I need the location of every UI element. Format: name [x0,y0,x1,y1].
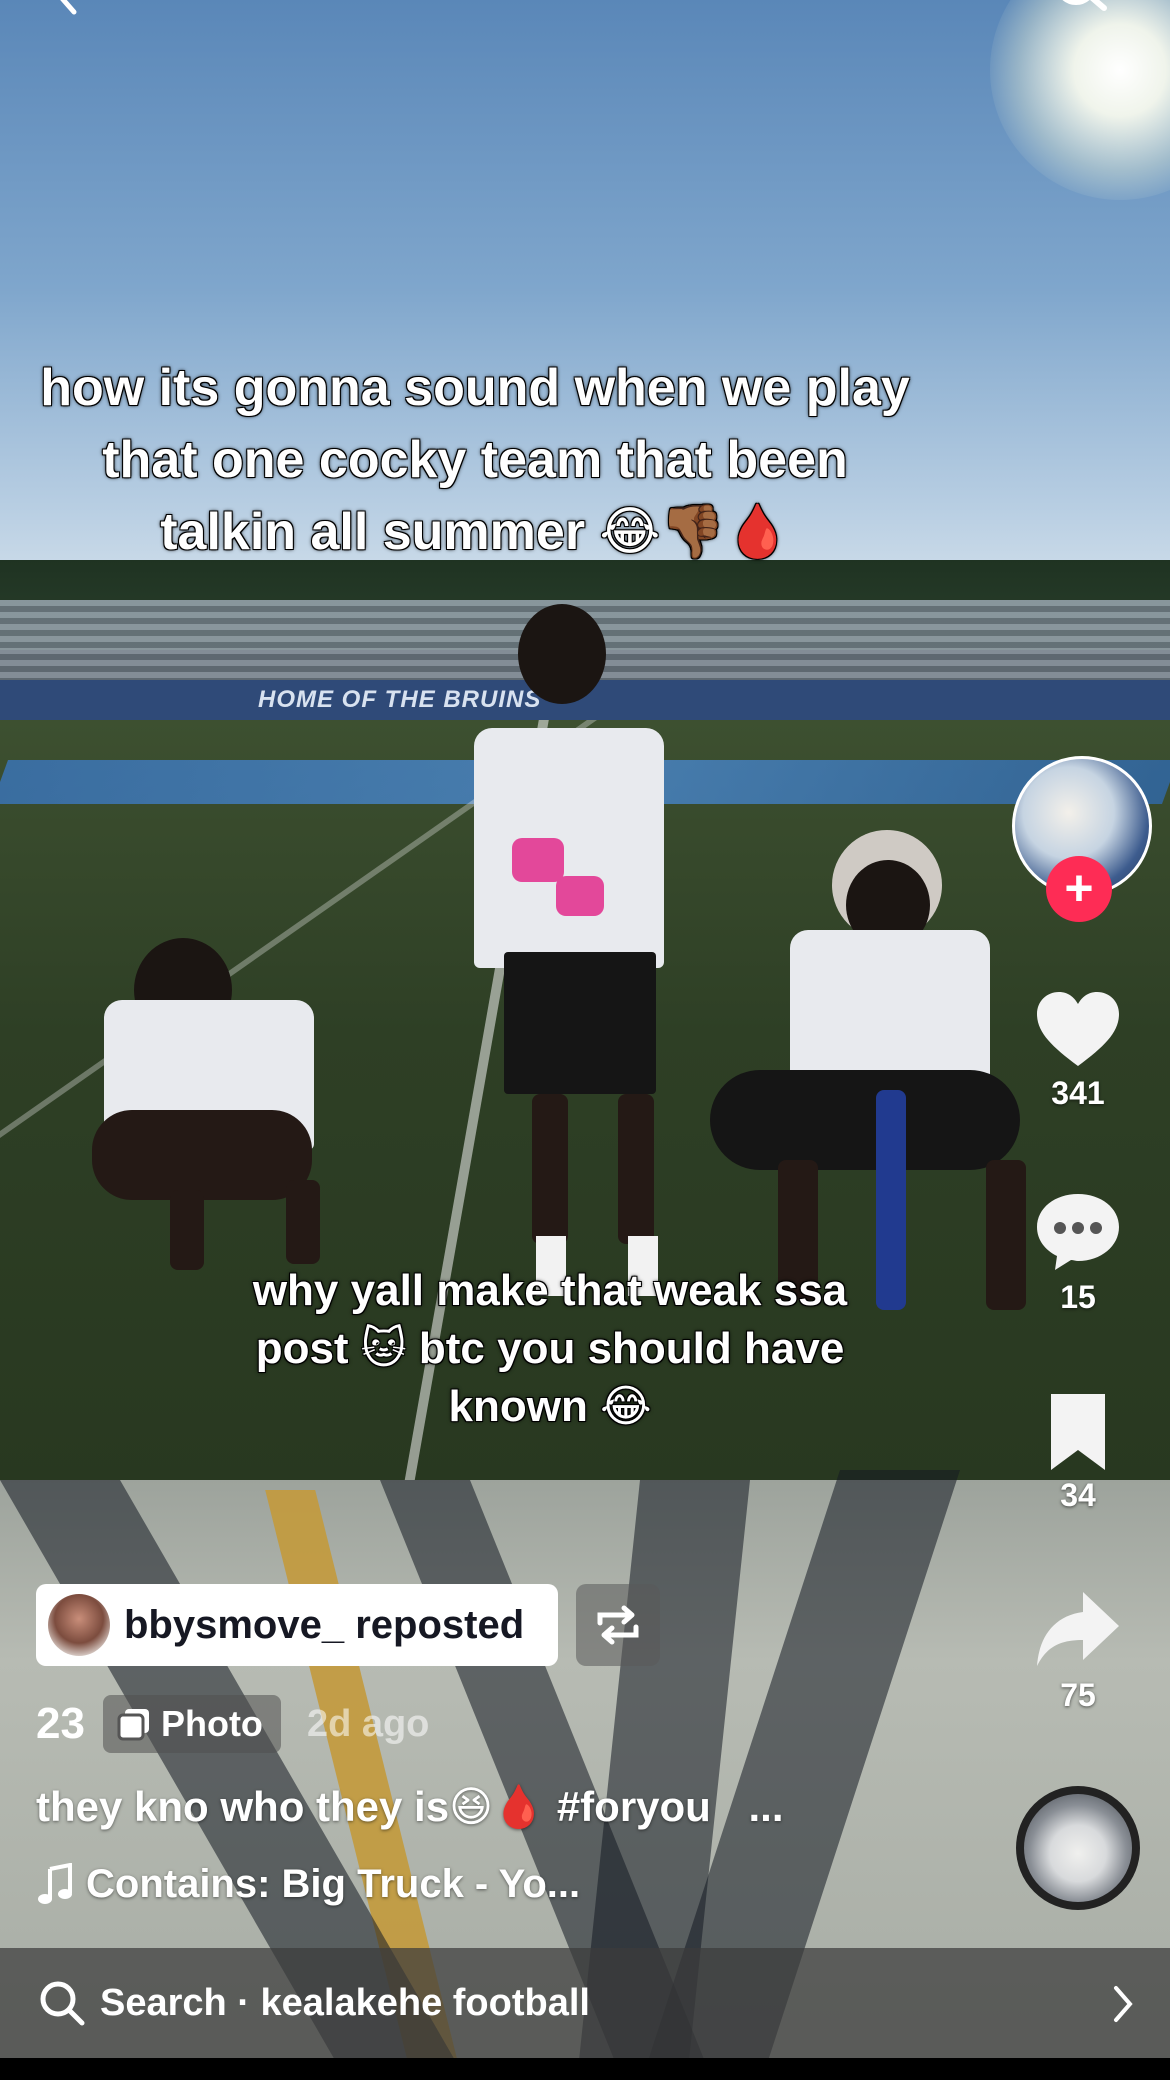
player-glove [512,838,564,882]
comment-count: 15 [1060,1279,1096,1315]
photo-chip[interactable]: Photo [102,1695,281,1753]
post-time-ago: 2d ago [306,1702,430,1745]
bookmark-icon [1051,1394,1105,1470]
related-search-bar[interactable]: Search · kealakehe football [0,1948,1170,2058]
player-shorts [710,1070,1020,1170]
overlay-caption-top: how its gonna sound when we play that on… [40,359,910,561]
music-note-icon [38,1862,72,1904]
overlay-caption-mid: why yall make that weak ssa post 🐱 btc y… [252,1266,848,1431]
player-legs [92,1110,312,1200]
like-button[interactable]: 341 [1018,990,1138,1112]
repost-button[interactable] [576,1584,660,1666]
share-button[interactable]: 75 [1018,1588,1138,1714]
player-leg [532,1094,568,1244]
plus-icon: + [1064,860,1094,916]
search-icon [40,1981,85,2026]
search-suggestion: Search · kealakehe football [100,1981,590,2024]
back-arrow-icon[interactable] [48,0,88,16]
post-description: they kno who they is😆🩸 #foryou [36,1783,711,1830]
player-flag [876,1090,906,1310]
comment-icon [1037,1194,1119,1270]
photo-label: Photo [160,1703,263,1744]
player-head [518,604,606,704]
music-row[interactable]: Contains: Big Truck - Yo... [36,1862,580,1907]
player-glove [556,876,604,916]
stadium-banner-text: HOME OF THE BRUINS [258,686,542,713]
tiktok-photo-post-screen: HOME OF THE BRUINS how its gonna sound w… [0,0,1170,2080]
chevron-right-icon [1114,1986,1133,2022]
heart-icon [1037,992,1119,1066]
post-stats-row: 23 Photo 2d ago [36,1694,429,1754]
post-description-row[interactable]: they kno who they is😆🩸 #foryou ... [36,1782,784,1832]
search-icon[interactable] [1050,0,1110,16]
music-disc[interactable] [1016,1786,1140,1910]
share-icon [1037,1592,1119,1666]
repost-pill[interactable]: bbysmove_ reposted [36,1584,558,1666]
more-button[interactable]: ... [749,1783,784,1830]
photo-icon [117,1709,149,1741]
bottom-strip [0,2058,1170,2080]
like-count: 341 [1051,1075,1105,1111]
photo-count: 23 [36,1699,85,1748]
repost-label: bbysmove_ reposted [124,1603,525,1647]
post-photo[interactable]: HOME OF THE BRUINS [0,0,1170,2080]
player-shorts [504,952,656,1094]
comment-button[interactable]: 15 [1018,1190,1138,1316]
music-title: Contains: Big Truck - Yo... [86,1862,581,1906]
follow-button[interactable]: + [1046,856,1112,922]
player-leg [286,1180,320,1264]
reposter-avatar [48,1594,110,1656]
share-count: 75 [1060,1677,1096,1713]
player-shirt [474,728,664,968]
player-shirt [790,930,990,1090]
save-button[interactable]: 34 [1018,1392,1138,1514]
player-leg [618,1094,654,1244]
save-count: 34 [1060,1477,1096,1513]
player-leg [170,1190,204,1270]
repost-icon [597,1605,639,1645]
